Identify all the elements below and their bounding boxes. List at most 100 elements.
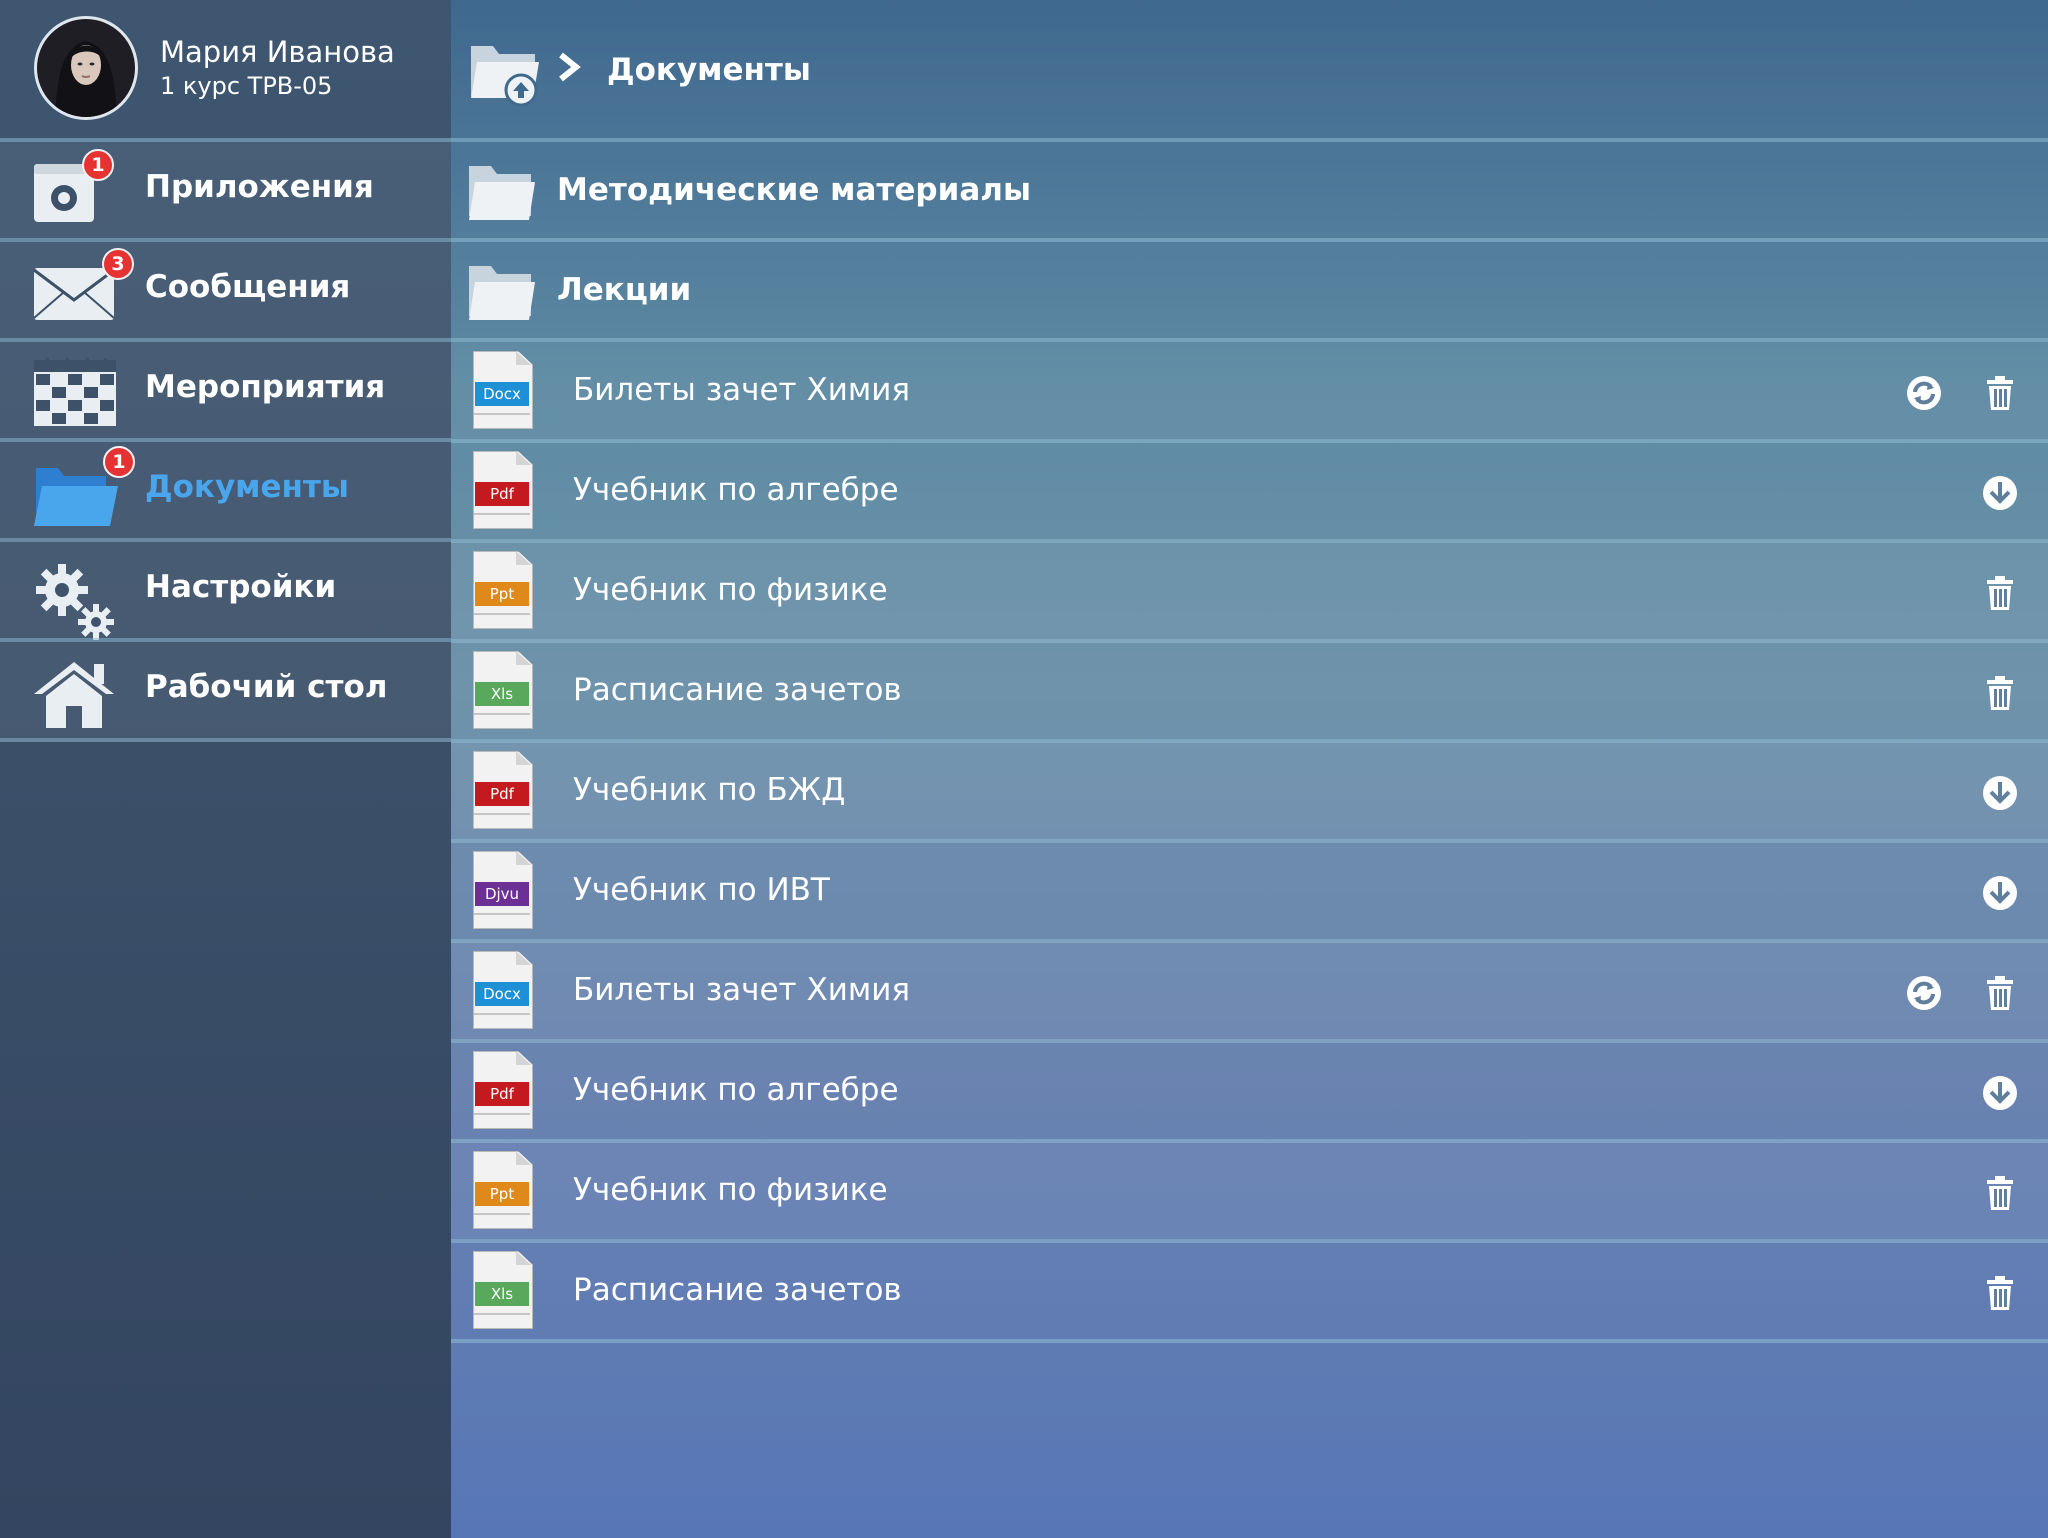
file-name: Учебник по алгебре (573, 1072, 899, 1108)
gears-icon (32, 558, 118, 640)
file-type-tag: Ppt (475, 582, 529, 606)
notification-badge: 1 (82, 149, 114, 181)
file-row[interactable]: Docx Билеты зачет Химия (451, 342, 2048, 439)
download-icon (1980, 476, 2020, 517)
file-name: Учебник по алгебре (573, 472, 899, 508)
sidebar-item-label: Мероприятия (145, 369, 386, 405)
sidebar-item-label: Настройки (145, 569, 337, 605)
refresh-icon (1904, 976, 1944, 1017)
user-profile[interactable]: Мария Иванова 1 курс ТРВ-05 (0, 0, 451, 138)
folder-item[interactable]: Методические материалы (451, 142, 2048, 238)
sidebar-item-label: Приложения (145, 169, 374, 205)
file-type-tag: Djvu (475, 882, 529, 906)
sidebar-item-messages[interactable]: 3 Сообщения (0, 242, 451, 338)
trash-button[interactable] (1980, 1173, 2020, 1213)
trash-icon (1980, 376, 2020, 417)
file-row[interactable]: Pdf Учебник по алгебре (451, 442, 2048, 539)
file-type-tag: Pdf (475, 482, 529, 506)
trash-icon (1980, 1276, 2020, 1317)
download-icon (1980, 776, 2020, 817)
refresh-button[interactable] (1904, 973, 1944, 1013)
calendar-icon (32, 358, 118, 426)
page-title: Документы (607, 52, 811, 88)
sidebar: Мария Иванова 1 курс ТРВ-05 1 Приложения… (0, 0, 451, 1538)
user-group: 1 курс ТРВ-05 (160, 72, 333, 100)
file-xls-icon: Xls (473, 1251, 535, 1331)
file-docx-icon: Docx (473, 351, 535, 431)
home-icon (32, 658, 118, 728)
trash-icon (1980, 976, 2020, 1017)
file-djvu-icon: Djvu (473, 851, 535, 931)
file-row[interactable]: Xls Расписание зачетов (451, 642, 2048, 739)
file-row[interactable]: Ppt Учебник по физике (451, 542, 2048, 639)
sidebar-item-label: Сообщения (145, 269, 351, 305)
file-name: Учебник по БЖД (573, 772, 846, 808)
sidebar-item-settings[interactable]: Настройки (0, 542, 451, 640)
folder-item[interactable]: Лекции (451, 242, 2048, 338)
breadcrumb: Документы (451, 0, 2048, 138)
file-type-tag: Xls (475, 682, 529, 706)
trash-button[interactable] (1980, 573, 2020, 613)
download-button[interactable] (1980, 873, 2020, 913)
refresh-button[interactable] (1904, 373, 1944, 413)
folder-icon (467, 162, 537, 226)
divider (451, 1339, 2048, 1343)
file-name: Билеты зачет Химия (573, 372, 911, 408)
download-icon (1980, 1076, 2020, 1117)
folder-up-icon[interactable] (469, 38, 541, 110)
file-name: Расписание зачетов (573, 672, 902, 708)
folder-label: Лекции (557, 272, 692, 308)
trash-button[interactable] (1980, 373, 2020, 413)
file-ppt-icon: Ppt (473, 1151, 535, 1231)
sidebar-item-desktop[interactable]: Рабочий стол (0, 642, 451, 738)
download-icon (1980, 876, 2020, 917)
file-name: Билеты зачет Химия (573, 972, 911, 1008)
trash-button[interactable] (1980, 1273, 2020, 1313)
file-row[interactable]: Docx Билеты зачет Химия (451, 942, 2048, 1039)
trash-icon (1980, 576, 2020, 617)
file-type-tag: Pdf (475, 782, 529, 806)
file-pdf-icon: Pdf (473, 451, 535, 531)
divider (0, 738, 451, 742)
notification-badge: 3 (102, 248, 134, 280)
file-row[interactable]: Ppt Учебник по физике (451, 1142, 2048, 1239)
file-ppt-icon: Ppt (473, 551, 535, 631)
download-button[interactable] (1980, 473, 2020, 513)
trash-button[interactable] (1980, 673, 2020, 713)
trash-icon (1980, 676, 2020, 717)
chevron-right-icon (557, 52, 583, 86)
sidebar-item-applications[interactable]: 1 Приложения (0, 142, 451, 238)
file-docx-icon: Docx (473, 951, 535, 1031)
download-button[interactable] (1980, 773, 2020, 813)
sidebar-item-label: Документы (145, 469, 349, 505)
folder-label: Методические материалы (557, 172, 1031, 208)
file-name: Расписание зачетов (573, 1272, 902, 1308)
file-type-tag: Pdf (475, 1082, 529, 1106)
file-pdf-icon: Pdf (473, 751, 535, 831)
download-button[interactable] (1980, 1073, 2020, 1113)
trash-button[interactable] (1980, 973, 2020, 1013)
file-row[interactable]: Djvu Учебник по ИВТ (451, 842, 2048, 939)
file-type-tag: Docx (475, 982, 529, 1006)
file-type-tag: Docx (475, 382, 529, 406)
file-row[interactable]: Pdf Учебник по алгебре (451, 1042, 2048, 1139)
documents-panel: Документы Методические материалы Лекции … (451, 0, 2048, 1538)
file-xls-icon: Xls (473, 651, 535, 731)
file-type-tag: Ppt (475, 1182, 529, 1206)
file-name: Учебник по ИВТ (573, 872, 830, 908)
notification-badge: 1 (103, 446, 135, 478)
sidebar-item-events[interactable]: Мероприятия (0, 342, 451, 438)
folder-icon (467, 262, 537, 326)
file-name: Учебник по физике (573, 1172, 888, 1208)
file-type-tag: Xls (475, 1282, 529, 1306)
refresh-icon (1904, 376, 1944, 417)
sidebar-item-documents[interactable]: 1 Документы (0, 442, 451, 538)
sidebar-item-label: Рабочий стол (145, 669, 388, 705)
file-pdf-icon: Pdf (473, 1051, 535, 1131)
user-name: Мария Иванова (160, 35, 395, 69)
file-row[interactable]: Pdf Учебник по БЖД (451, 742, 2048, 839)
avatar (34, 16, 138, 120)
file-row[interactable]: Xls Расписание зачетов (451, 1242, 2048, 1339)
file-name: Учебник по физике (573, 572, 888, 608)
trash-icon (1980, 1176, 2020, 1217)
